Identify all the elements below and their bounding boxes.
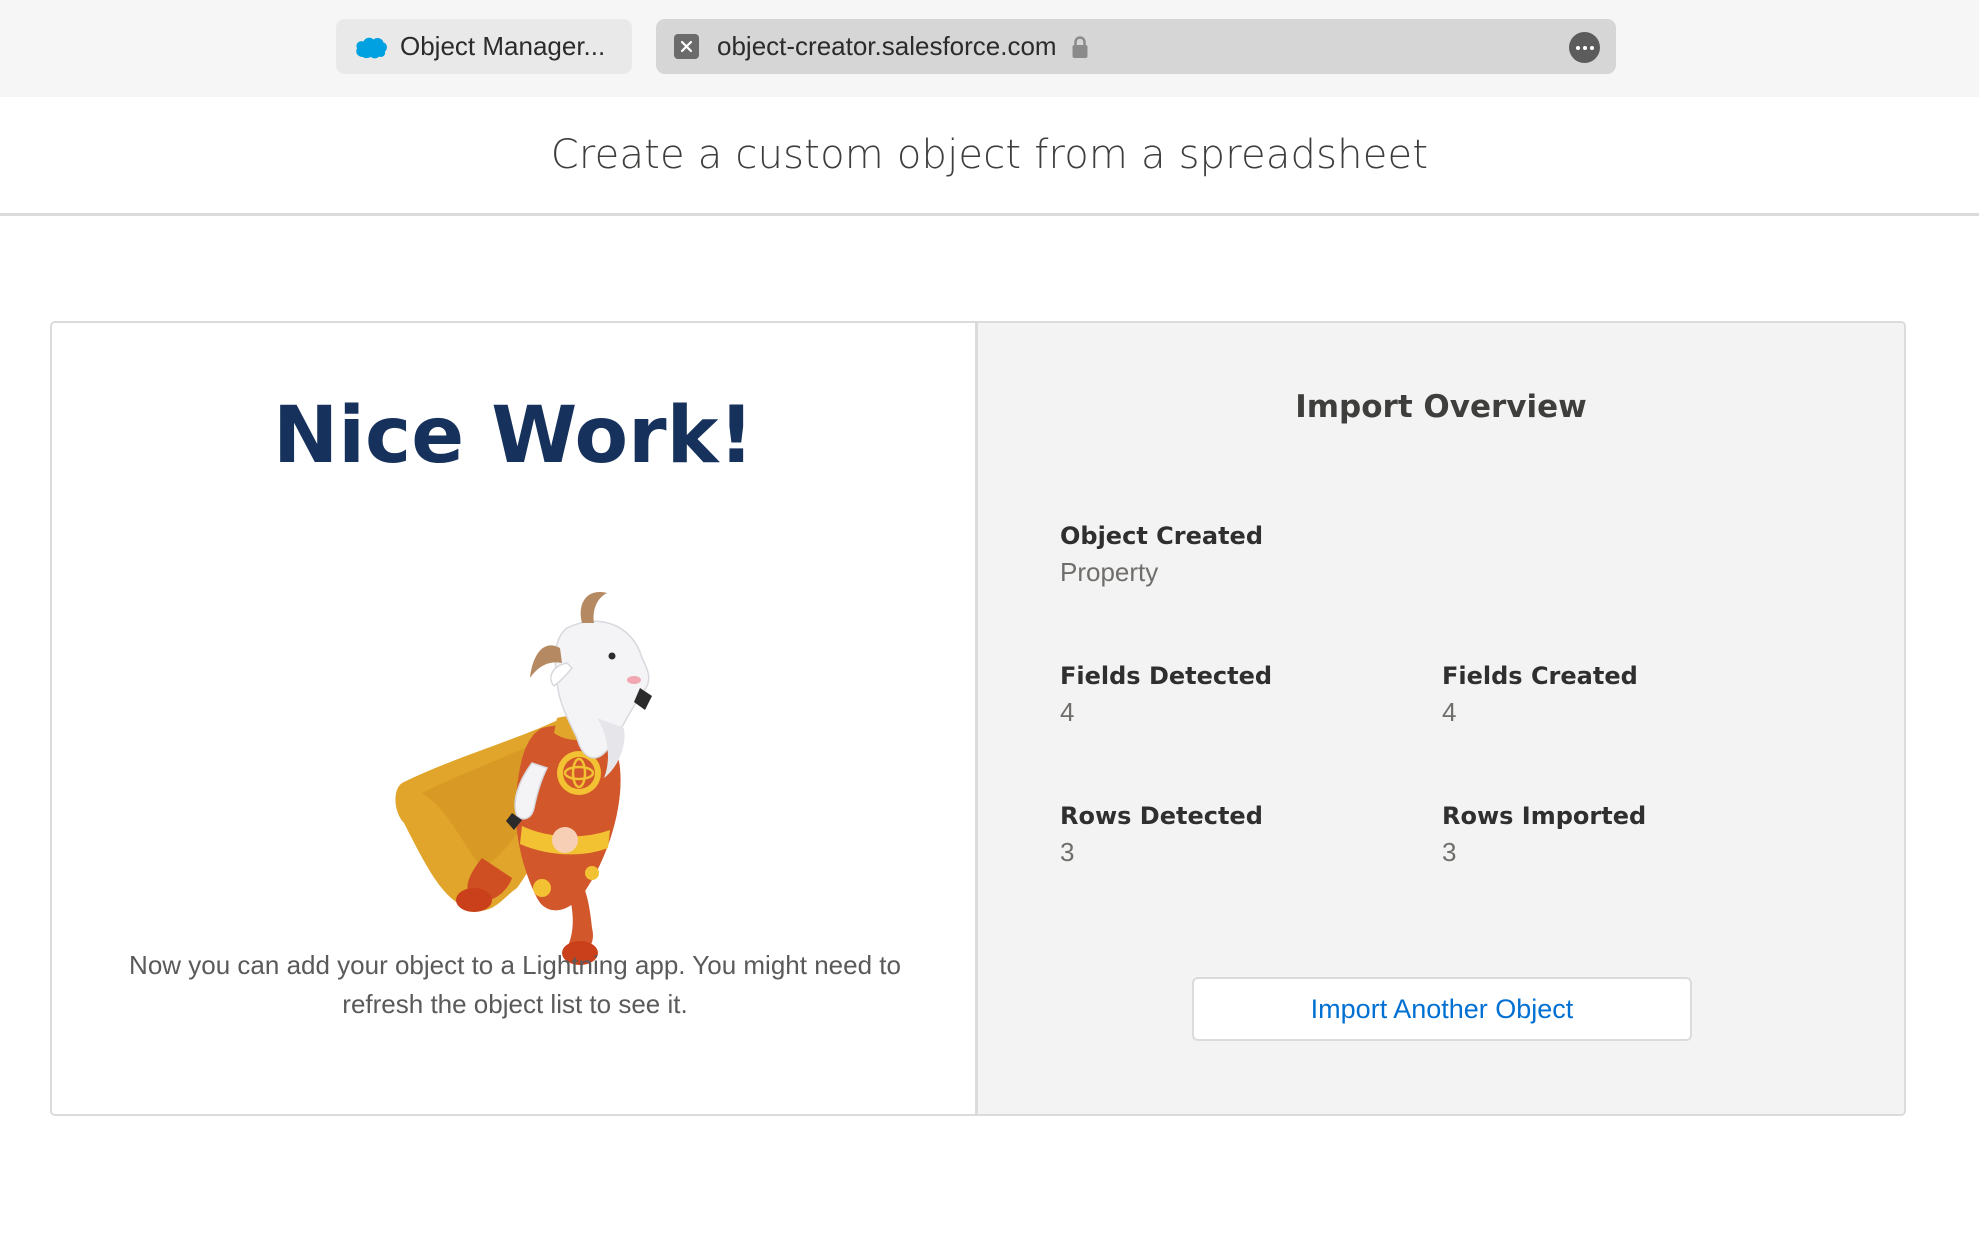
page-title: Create a custom object from a spreadshee… bbox=[550, 132, 1429, 178]
success-heading: Nice Work! bbox=[272, 391, 755, 481]
success-message: Now you can add your object to a Lightni… bbox=[129, 950, 901, 1019]
rows-imported-label: Rows Imported bbox=[1442, 802, 1647, 830]
page-header: Create a custom object from a spreadshee… bbox=[0, 97, 1979, 216]
object-created-label: Object Created bbox=[1060, 522, 1263, 550]
success-panel: Nice Work! Now you can add your object t… bbox=[52, 323, 978, 1114]
tab-object-manager[interactable]: Object Manager... bbox=[336, 19, 632, 74]
close-tab-icon[interactable] bbox=[674, 34, 699, 59]
object-created-stat: Object Created Property bbox=[1060, 519, 1263, 591]
fields-created-label: Fields Created bbox=[1442, 662, 1638, 690]
url-text: object-creator.salesforce.com bbox=[717, 31, 1057, 61]
fields-detected-stat: Fields Detected 4 bbox=[1060, 659, 1272, 731]
address-bar[interactable]: object-creator.salesforce.com bbox=[656, 19, 1616, 74]
rows-detected-value: 3 bbox=[1060, 837, 1075, 867]
more-options-icon[interactable] bbox=[1569, 32, 1600, 63]
fields-created-stat: Fields Created 4 bbox=[1442, 659, 1638, 731]
import-overview-panel: Import Overview Object Created Property … bbox=[978, 323, 1904, 1114]
import-another-object-button[interactable]: Import Another Object bbox=[1192, 977, 1692, 1041]
salesforce-cloud-icon bbox=[356, 37, 387, 58]
rows-imported-value: 3 bbox=[1442, 837, 1457, 867]
fields-created-value: 4 bbox=[1442, 697, 1457, 727]
lock-icon bbox=[1072, 35, 1088, 58]
rows-detected-stat: Rows Detected 3 bbox=[1060, 799, 1263, 871]
object-created-value: Property bbox=[1060, 557, 1159, 587]
import-result-card: Nice Work! Now you can add your object t… bbox=[50, 321, 1906, 1116]
rows-detected-label: Rows Detected bbox=[1060, 802, 1263, 830]
tab-label: Object Manager... bbox=[400, 31, 606, 61]
astro-goat-mascot-illustration bbox=[395, 592, 652, 965]
rows-imported-stat: Rows Imported 3 bbox=[1442, 799, 1646, 871]
import-overview-title: Import Overview bbox=[1295, 389, 1587, 425]
fields-detected-label: Fields Detected bbox=[1060, 662, 1273, 690]
fields-detected-value: 4 bbox=[1060, 697, 1075, 727]
browser-toolbar: Object Manager... object-creator.salesfo… bbox=[0, 0, 1979, 97]
